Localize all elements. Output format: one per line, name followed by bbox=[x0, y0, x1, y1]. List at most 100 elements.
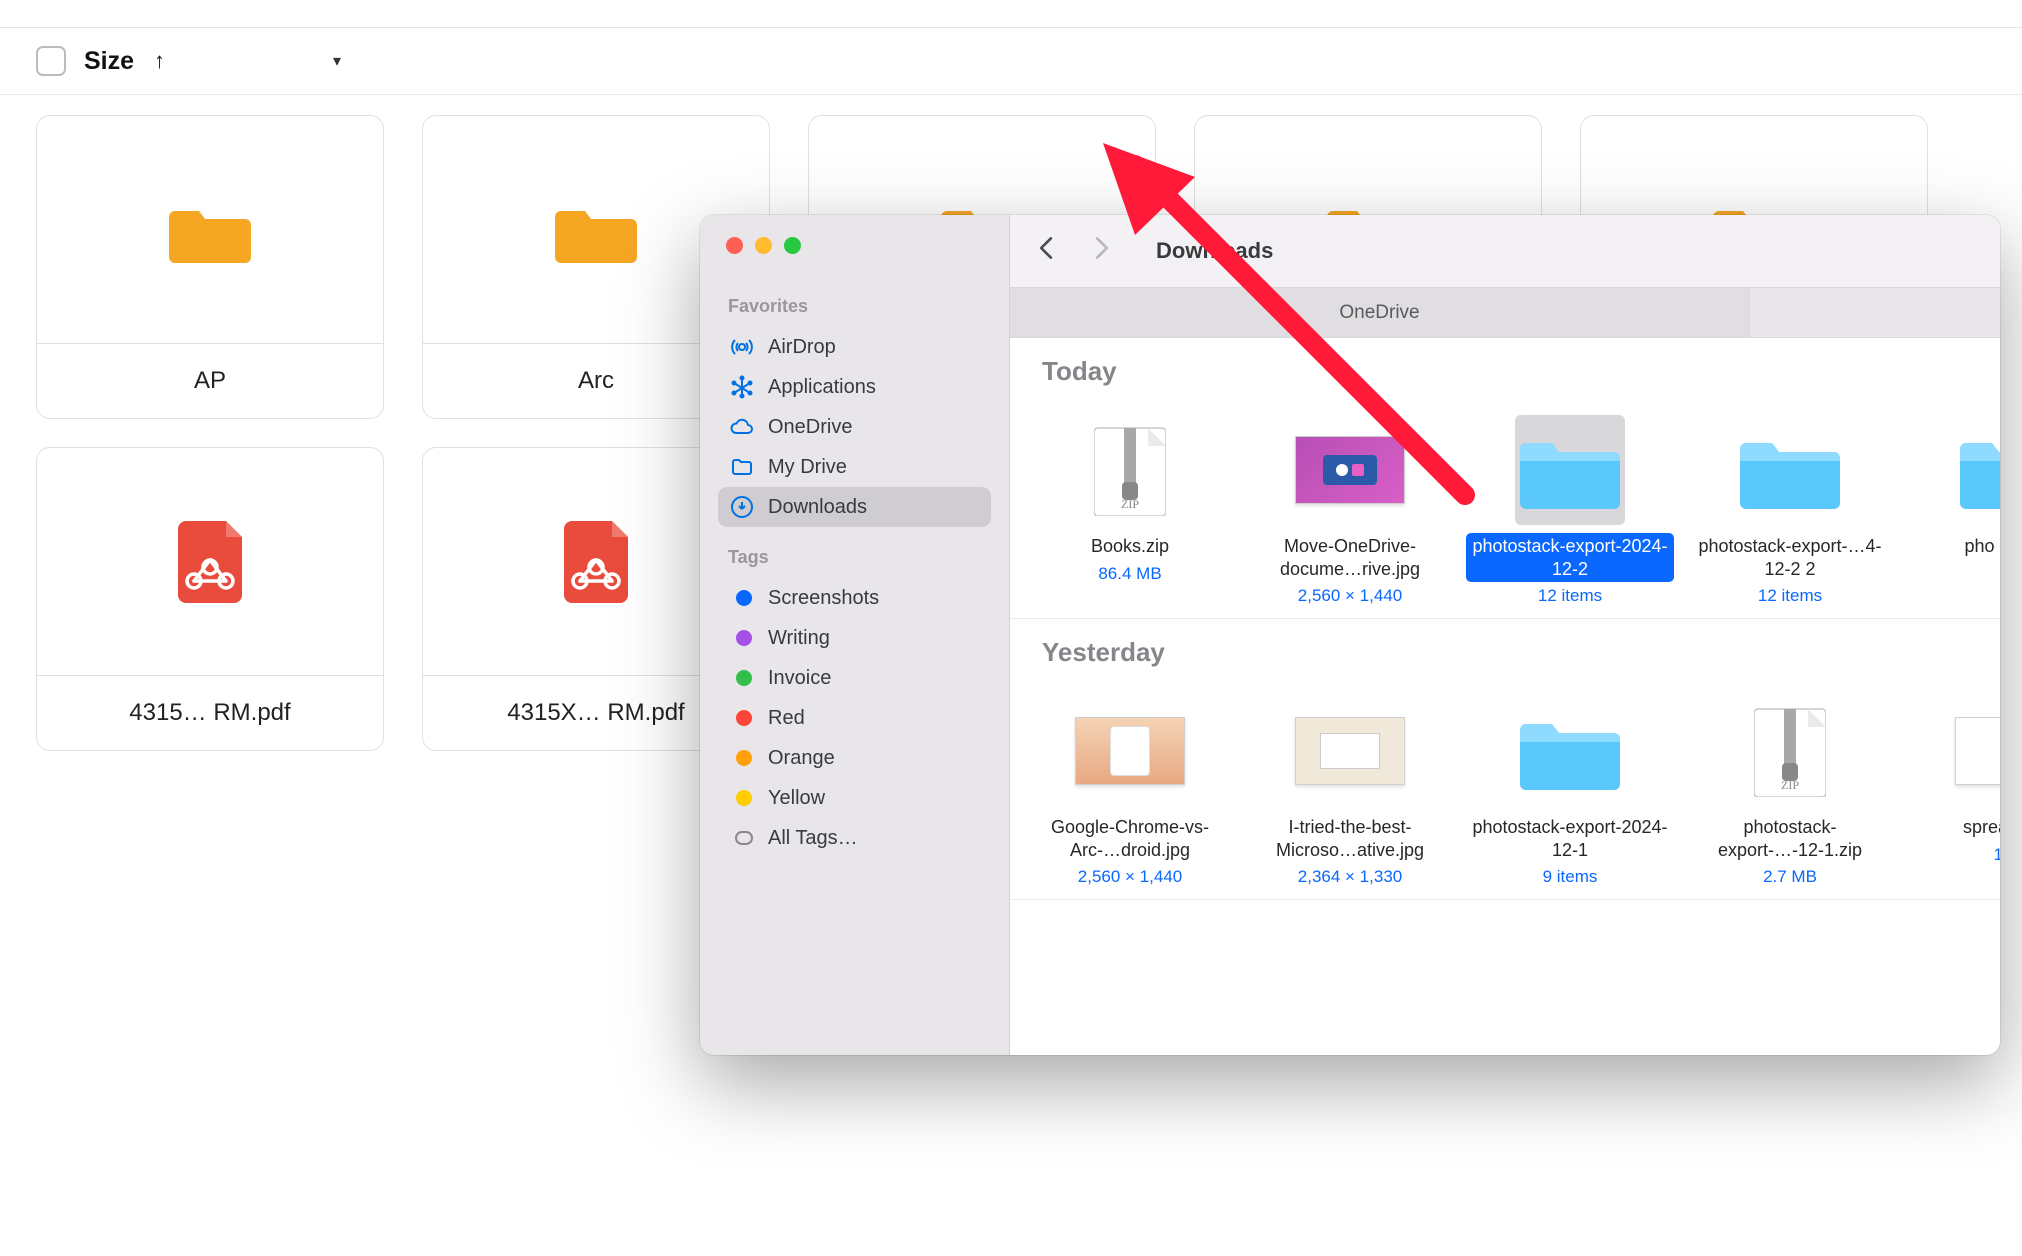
finder-titlebar: Downloads bbox=[1010, 215, 2000, 288]
bg-card[interactable]: 4315… RM.pdf bbox=[36, 447, 384, 751]
file-meta: 86.4 MB bbox=[1098, 564, 1161, 584]
select-all-checkbox[interactable] bbox=[36, 46, 66, 76]
sort-label[interactable]: Size bbox=[84, 47, 134, 76]
file-item[interactable]: Google-Chrome-vs-Arc-…droid.jpg 2,560 × 1… bbox=[1020, 686, 1240, 887]
file-meta: 2,364 × 1,330 bbox=[1298, 867, 1402, 887]
finder-window: Favorites AirDrop Applications OneDrive My … bbox=[700, 215, 2000, 1055]
sidebar-favorites: Favorites AirDrop Applications OneDrive My … bbox=[700, 290, 1009, 541]
sidebar-item-onedrive[interactable]: OneDrive bbox=[718, 407, 991, 447]
back-button[interactable] bbox=[1032, 236, 1060, 267]
folder-icon bbox=[1735, 415, 1845, 525]
img1-icon bbox=[1295, 415, 1405, 525]
file-meta: 2.7 MB bbox=[1763, 867, 1817, 887]
file-item[interactable]: Move-OneDrive-docume…rive.jpg 2,560 × 1,4… bbox=[1240, 405, 1460, 606]
sidebar-tag-screenshots[interactable]: Screenshots bbox=[718, 578, 991, 618]
file-item[interactable]: sprea scree 1,78 bbox=[1900, 686, 2000, 887]
maximize-button[interactable] bbox=[784, 237, 801, 254]
close-button[interactable] bbox=[726, 237, 743, 254]
file-name: sprea scree bbox=[1957, 814, 2000, 841]
zip-icon bbox=[1075, 415, 1185, 525]
minimize-button[interactable] bbox=[755, 237, 772, 254]
file-row: Books.zip 86.4 MB Move-OneDrive-docume…riv… bbox=[1010, 397, 2000, 619]
file-name: pho export- bbox=[1958, 533, 2000, 560]
file-row: Google-Chrome-vs-Arc-…droid.jpg 2,560 × 1… bbox=[1010, 678, 2000, 900]
all-tags-icon bbox=[730, 826, 754, 850]
bg-card-label: 4315… RM.pdf bbox=[37, 676, 383, 750]
file-meta: 12 items bbox=[1758, 586, 1822, 606]
finder-tab-onedrive[interactable]: OneDrive bbox=[1010, 288, 1750, 337]
favorites-heading: Favorites bbox=[718, 290, 991, 327]
sidebar-tag-label: Invoice bbox=[768, 667, 831, 690]
file-name: photostack-export-…-12-1.zip bbox=[1686, 814, 1894, 863]
file-name: photostack-export-…4-12-2 2 bbox=[1686, 533, 1894, 582]
sidebar-tag-label: Yellow bbox=[768, 787, 825, 810]
sidebar-tag-red[interactable]: Red bbox=[718, 698, 991, 738]
file-name: Books.zip bbox=[1085, 533, 1175, 560]
sidebar-item-label: Applications bbox=[768, 376, 876, 399]
file-name: Move-OneDrive-docume…rive.jpg bbox=[1246, 533, 1454, 582]
sidebar-item-downloads[interactable]: Downloads bbox=[718, 487, 991, 527]
file-item[interactable]: photostack-export-2024-12-2 12 items bbox=[1460, 405, 1680, 606]
download-icon bbox=[730, 495, 754, 519]
section-heading: Today bbox=[1010, 338, 2000, 397]
tag-dot-icon bbox=[730, 586, 754, 610]
sidebar-tag-orange[interactable]: Orange bbox=[718, 738, 991, 778]
pdf-icon bbox=[37, 448, 383, 676]
tag-dot-icon bbox=[730, 746, 754, 770]
finder-main: Downloads OneDrive Today Books.zip 86.4 MB… bbox=[1010, 215, 2000, 1055]
file-item[interactable]: photostack-export-…4-12-2 2 12 items bbox=[1680, 405, 1900, 606]
sidebar-item-applications[interactable]: Applications bbox=[718, 367, 991, 407]
sidebar-tags: Tags ScreenshotsWritingInvoiceRedOrangeY… bbox=[700, 541, 1009, 872]
finder-tabbar: OneDrive bbox=[1010, 288, 2000, 338]
file-meta: 12 items bbox=[1538, 586, 1602, 606]
sidebar-item-my-drive[interactable]: My Drive bbox=[718, 447, 991, 487]
img3-icon bbox=[1295, 696, 1405, 806]
file-meta: 2,560 × 1,440 bbox=[1078, 867, 1182, 887]
file-item[interactable]: photostack-export-…-12-1.zip 2.7 MB bbox=[1680, 686, 1900, 887]
file-item[interactable]: pho export- bbox=[1900, 405, 2000, 606]
file-item[interactable]: photostack-export-2024-12-19 items bbox=[1460, 686, 1680, 887]
bg-card[interactable]: AP bbox=[36, 115, 384, 419]
file-meta: 9 items bbox=[1543, 867, 1598, 887]
bg-top-border bbox=[0, 0, 2022, 28]
finder-location-title: Downloads bbox=[1156, 238, 1273, 264]
section-heading: Yesterday bbox=[1010, 619, 2000, 678]
all-tags-label: All Tags… bbox=[768, 827, 858, 850]
apps-icon bbox=[730, 375, 754, 399]
tag-dot-icon bbox=[730, 786, 754, 810]
sort-ascending-icon[interactable]: ↑ bbox=[154, 48, 165, 74]
sidebar-tag-label: Red bbox=[768, 707, 805, 730]
bg-card-label: AP bbox=[37, 344, 383, 418]
sidebar-item-label: OneDrive bbox=[768, 416, 852, 439]
sidebar-tag-invoice[interactable]: Invoice bbox=[718, 658, 991, 698]
folder-icon bbox=[1515, 696, 1625, 806]
cloud-icon bbox=[730, 415, 754, 439]
img4-icon bbox=[1955, 696, 2000, 806]
sidebar-tag-writing[interactable]: Writing bbox=[718, 618, 991, 658]
file-meta: 1,78 bbox=[1993, 845, 2000, 865]
file-item[interactable]: Books.zip 86.4 MB bbox=[1020, 405, 1240, 606]
finder-sidebar: Favorites AirDrop Applications OneDrive My … bbox=[700, 215, 1010, 1055]
file-name: photostack-export-2024-12-2 bbox=[1466, 533, 1674, 582]
file-name: Google-Chrome-vs-Arc-…droid.jpg bbox=[1026, 814, 1234, 863]
window-controls bbox=[700, 237, 1009, 254]
sidebar-tag-label: Writing bbox=[768, 627, 830, 650]
sidebar-item-airdrop[interactable]: AirDrop bbox=[718, 327, 991, 367]
forward-button[interactable] bbox=[1088, 236, 1116, 267]
sidebar-tag-label: Screenshots bbox=[768, 587, 879, 610]
folder-icon bbox=[730, 455, 754, 479]
sidebar-item-label: AirDrop bbox=[768, 336, 836, 359]
airdrop-icon bbox=[730, 335, 754, 359]
bg-sortbar: Size ↑ ▾ bbox=[0, 28, 2022, 95]
finder-content: Today Books.zip 86.4 MB Move-OneDrive-docum… bbox=[1010, 338, 2000, 1055]
tag-dot-icon bbox=[730, 626, 754, 650]
folder-icon bbox=[1955, 415, 2000, 525]
zip-icon bbox=[1735, 696, 1845, 806]
tag-dot-icon bbox=[730, 706, 754, 730]
sort-dropdown-icon[interactable]: ▾ bbox=[333, 51, 341, 71]
file-meta: 2,560 × 1,440 bbox=[1298, 586, 1402, 606]
sidebar-tag-label: Orange bbox=[768, 747, 835, 770]
sidebar-all-tags[interactable]: All Tags… bbox=[718, 818, 991, 858]
file-item[interactable]: I-tried-the-best-Microso…ative.jpg2,364 … bbox=[1240, 686, 1460, 887]
sidebar-tag-yellow[interactable]: Yellow bbox=[718, 778, 991, 818]
